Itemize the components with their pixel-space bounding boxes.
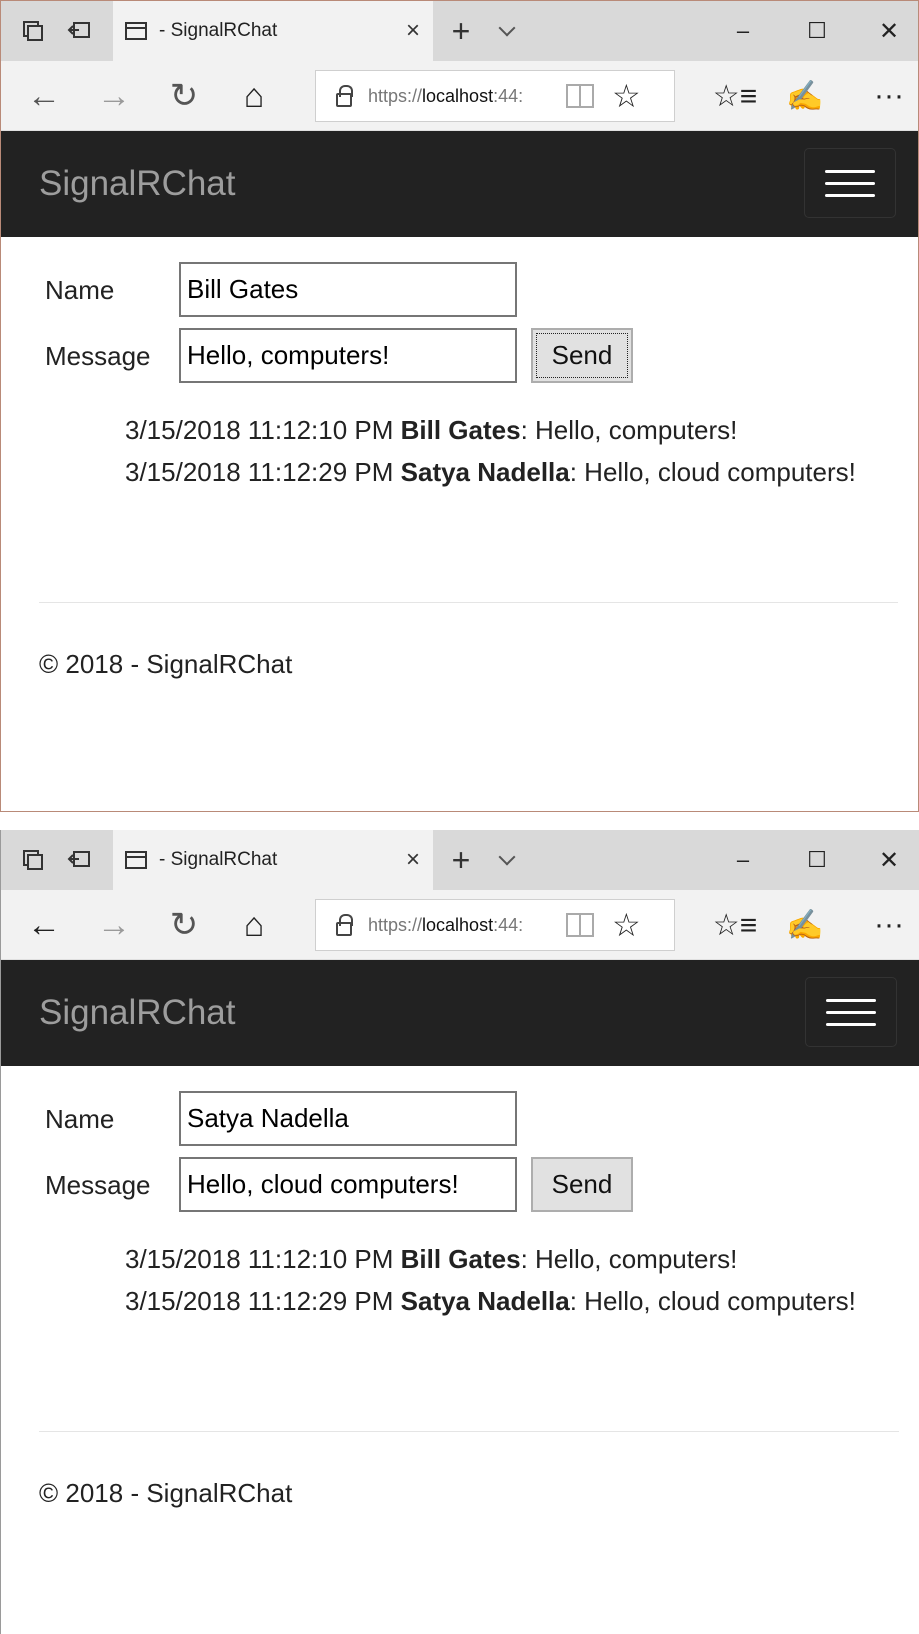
maximize-icon[interactable]: ☐ (787, 830, 847, 890)
active-tab[interactable]: - SignalRChat × (113, 1, 433, 61)
messages-list: 3/15/2018 11:12:10 PM Bill Gates: Hello,… (1, 1238, 861, 1322)
window-close-icon[interactable]: ✕ (859, 1, 918, 61)
tab-close-icon[interactable]: × (393, 846, 433, 874)
message-label: Message (45, 1170, 151, 1200)
send-button[interactable]: Send (531, 1157, 633, 1212)
tab-title: - SignalRChat (159, 849, 278, 870)
tab-strip: - SignalRChat × + – ☐ ✕ (1, 830, 919, 890)
url-text: https://localhost:44: (368, 914, 524, 935)
page-icon (125, 851, 147, 869)
page-icon (125, 22, 147, 40)
address-toolbar: ← → ↻ ⌂ https://localhost:44: ☆ ☆≡ ✍ ··· (1, 61, 918, 131)
name-label: Name (45, 1104, 115, 1134)
name-label: Name (45, 275, 115, 305)
back-icon[interactable]: ← (19, 61, 69, 131)
set-aside-tabs-icon[interactable] (61, 830, 97, 890)
address-bar[interactable]: https://localhost:44: ☆ (315, 70, 675, 122)
tab-strip: - SignalRChat × + – ☐ ✕ (1, 1, 918, 61)
divider (39, 1431, 899, 1432)
footer-text: © 2018 - SignalRChat (39, 1478, 293, 1508)
home-icon[interactable]: ⌂ (229, 61, 279, 131)
list-item: 3/15/2018 11:12:29 PM Satya Nadella: Hel… (125, 457, 856, 487)
message-label: Message (45, 341, 151, 371)
refresh-icon[interactable]: ↻ (159, 61, 209, 131)
address-toolbar: ← → ↻ ⌂ https://localhost:44: ☆ ☆≡ ✍ ··· (1, 890, 919, 960)
message-input[interactable] (179, 328, 517, 383)
web-notes-icon[interactable]: ✍ (775, 890, 835, 960)
tab-menu-chevron-icon[interactable] (487, 1, 527, 61)
tab-close-icon[interactable]: × (393, 17, 433, 45)
lock-icon (336, 914, 353, 936)
messages-list: 3/15/2018 11:12:10 PM Bill Gates: Hello,… (1, 409, 861, 493)
list-item: 3/15/2018 11:12:10 PM Bill Gates: Hello,… (125, 1244, 738, 1274)
browser-window-2: - SignalRChat × + – ☐ ✕ ← → ↻ ⌂ https://… (0, 830, 919, 1634)
favorites-hub-icon[interactable]: ☆≡ (705, 890, 765, 960)
hamburger-menu-icon[interactable] (805, 977, 897, 1047)
browser-window-1: - SignalRChat × + – ☐ ✕ ← → ↻ ⌂ https://… (0, 0, 919, 812)
name-input[interactable] (179, 262, 517, 317)
reading-view-icon[interactable] (566, 84, 594, 108)
message-input[interactable] (179, 1157, 517, 1212)
active-tab[interactable]: - SignalRChat × (113, 830, 433, 890)
new-tab-icon[interactable]: + (441, 1, 481, 61)
chat-content: Name Message Send 3/15/2018 11:12:10 PM … (1, 237, 918, 797)
maximize-icon[interactable]: ☐ (787, 1, 847, 61)
list-item: 3/15/2018 11:12:10 PM Bill Gates: Hello,… (125, 415, 738, 445)
favorite-star-icon[interactable]: ☆ (612, 906, 641, 944)
refresh-icon[interactable]: ↻ (159, 890, 209, 960)
name-input[interactable] (179, 1091, 517, 1146)
brand-link[interactable]: SignalRChat (39, 960, 236, 1066)
tab-preview-icon[interactable] (15, 830, 51, 890)
send-button[interactable]: Send (531, 328, 633, 383)
more-icon[interactable]: ··· (859, 890, 919, 960)
tab-title: - SignalRChat (159, 20, 278, 41)
lock-icon (336, 85, 353, 107)
tab-menu-chevron-icon[interactable] (487, 830, 527, 890)
url-text: https://localhost:44: (368, 85, 524, 106)
chat-content: Name Message Send 3/15/2018 11:12:10 PM … (1, 1066, 919, 1626)
footer-text: © 2018 - SignalRChat (39, 649, 293, 679)
web-notes-icon[interactable]: ✍ (775, 61, 835, 131)
forward-icon[interactable]: → (89, 890, 139, 960)
brand-link[interactable]: SignalRChat (39, 131, 236, 237)
favorite-star-icon[interactable]: ☆ (612, 77, 641, 115)
back-icon[interactable]: ← (19, 890, 69, 960)
divider (39, 602, 898, 603)
more-icon[interactable]: ··· (859, 61, 918, 131)
new-tab-icon[interactable]: + (441, 830, 481, 890)
tab-preview-icon[interactable] (15, 1, 51, 61)
favorites-hub-icon[interactable]: ☆≡ (705, 61, 765, 131)
set-aside-tabs-icon[interactable] (61, 1, 97, 61)
forward-icon[interactable]: → (89, 61, 139, 131)
site-header: SignalRChat (1, 131, 918, 237)
list-item: 3/15/2018 11:12:29 PM Satya Nadella: Hel… (125, 1286, 856, 1316)
hamburger-menu-icon[interactable] (804, 148, 896, 218)
reading-view-icon[interactable] (566, 913, 594, 937)
address-bar[interactable]: https://localhost:44: ☆ (315, 899, 675, 951)
site-header: SignalRChat (1, 960, 919, 1066)
minimize-icon[interactable]: – (713, 830, 773, 890)
window-close-icon[interactable]: ✕ (859, 830, 919, 890)
home-icon[interactable]: ⌂ (229, 890, 279, 960)
minimize-icon[interactable]: – (713, 1, 773, 61)
